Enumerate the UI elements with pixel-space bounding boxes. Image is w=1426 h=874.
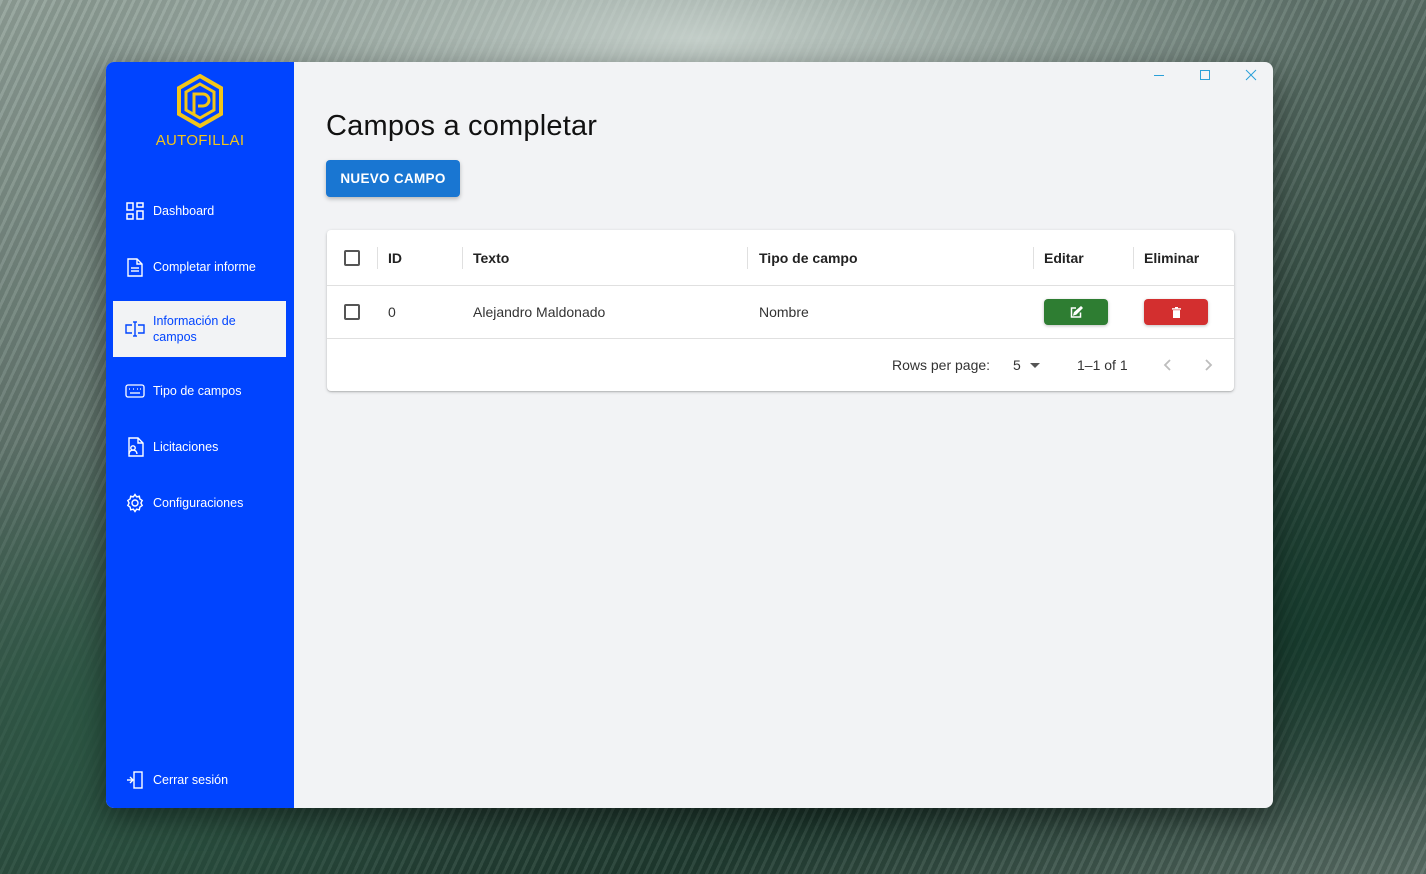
cell-texto: Alejandro Maldonado bbox=[473, 304, 606, 320]
chevron-left-icon bbox=[1163, 359, 1171, 371]
column-separator bbox=[377, 247, 378, 269]
trash-icon bbox=[1171, 306, 1181, 318]
previous-page-button[interactable] bbox=[1163, 339, 1173, 391]
sidebar-item-label: Configuraciones bbox=[153, 496, 244, 510]
caret-down-icon bbox=[1029, 363, 1040, 368]
logout-button[interactable]: Cerrar sesión bbox=[113, 762, 286, 798]
table-header: ID Texto Tipo de campo Editar Eliminar bbox=[327, 230, 1234, 286]
app-window: AUTOFILLAI Dashboard Completar informe I… bbox=[106, 62, 1273, 808]
brand-name: AUTOFILLAI bbox=[155, 132, 245, 149]
contact-document-icon bbox=[125, 437, 145, 457]
sidebar: AUTOFILLAI Dashboard Completar informe I… bbox=[106, 62, 294, 808]
hexagon-logo-icon bbox=[177, 74, 223, 128]
next-page-button[interactable] bbox=[1203, 339, 1213, 391]
rows-per-page-select[interactable]: 5 bbox=[1013, 339, 1041, 391]
brand: AUTOFILLAI bbox=[106, 74, 294, 149]
table-row[interactable]: 0 Alejandro Maldonado Nombre bbox=[327, 286, 1234, 339]
document-icon bbox=[125, 257, 145, 277]
page-title: Campos a completar bbox=[326, 110, 598, 142]
close-icon bbox=[1245, 69, 1257, 81]
close-button[interactable] bbox=[1238, 66, 1264, 84]
select-all-checkbox[interactable] bbox=[344, 249, 360, 266]
pagination-range: 1–1 of 1 bbox=[1077, 357, 1128, 373]
sidebar-item-configuraciones[interactable]: Configuraciones bbox=[113, 475, 286, 531]
column-separator bbox=[462, 247, 463, 269]
cell-id: 0 bbox=[388, 304, 396, 320]
column-header-texto[interactable]: Texto bbox=[473, 230, 509, 285]
sidebar-item-label: Tipo de campos bbox=[153, 384, 242, 398]
rows-per-page-label: Rows per page: bbox=[892, 357, 991, 373]
gear-icon bbox=[125, 493, 145, 513]
maximize-button[interactable] bbox=[1192, 66, 1218, 84]
dashboard-icon bbox=[125, 201, 145, 221]
sidebar-item-label: Dashboard bbox=[153, 204, 215, 218]
minimize-icon bbox=[1154, 75, 1164, 76]
column-separator bbox=[1133, 247, 1134, 269]
text-field-icon bbox=[125, 319, 145, 339]
column-separator bbox=[1033, 247, 1034, 269]
new-field-button[interactable]: NUEVO CAMPO bbox=[326, 160, 460, 197]
cell-tipo: Nombre bbox=[759, 304, 809, 320]
column-header-eliminar[interactable]: Eliminar bbox=[1144, 230, 1199, 285]
edit-icon bbox=[1070, 306, 1083, 318]
fields-table: ID Texto Tipo de campo Editar Eliminar 0… bbox=[327, 230, 1234, 391]
chevron-right-icon bbox=[1205, 359, 1213, 371]
column-header-tipo[interactable]: Tipo de campo bbox=[759, 230, 858, 285]
column-header-editar[interactable]: Editar bbox=[1044, 230, 1084, 285]
maximize-icon bbox=[1200, 70, 1210, 80]
sidebar-item-tipo-de-campos[interactable]: Tipo de campos bbox=[113, 363, 286, 419]
column-separator bbox=[747, 247, 748, 269]
sidebar-item-label: Información de campos bbox=[153, 314, 236, 344]
logout-icon bbox=[125, 770, 145, 790]
rows-per-page-value: 5 bbox=[1013, 357, 1021, 373]
table-pagination: Rows per page: 5 1–1 of 1 bbox=[327, 339, 1234, 391]
sidebar-item-completar-informe[interactable]: Completar informe bbox=[113, 239, 286, 295]
minimize-button[interactable] bbox=[1146, 66, 1172, 84]
main-content: Campos a completar NUEVO CAMPO ID Texto … bbox=[294, 62, 1273, 808]
sidebar-item-label: Licitaciones bbox=[153, 440, 219, 454]
sidebar-item-informacion-de-campos[interactable]: Información de campos bbox=[113, 301, 286, 357]
edit-button[interactable] bbox=[1044, 299, 1108, 325]
column-header-id[interactable]: ID bbox=[388, 230, 402, 285]
logout-label: Cerrar sesión bbox=[153, 773, 229, 787]
sidebar-item-dashboard[interactable]: Dashboard bbox=[113, 183, 286, 239]
keyboard-icon bbox=[125, 381, 145, 401]
row-checkbox[interactable] bbox=[344, 304, 360, 320]
delete-button[interactable] bbox=[1144, 299, 1208, 325]
sidebar-item-label: Completar informe bbox=[153, 260, 256, 274]
sidebar-item-licitaciones[interactable]: Licitaciones bbox=[113, 419, 286, 475]
